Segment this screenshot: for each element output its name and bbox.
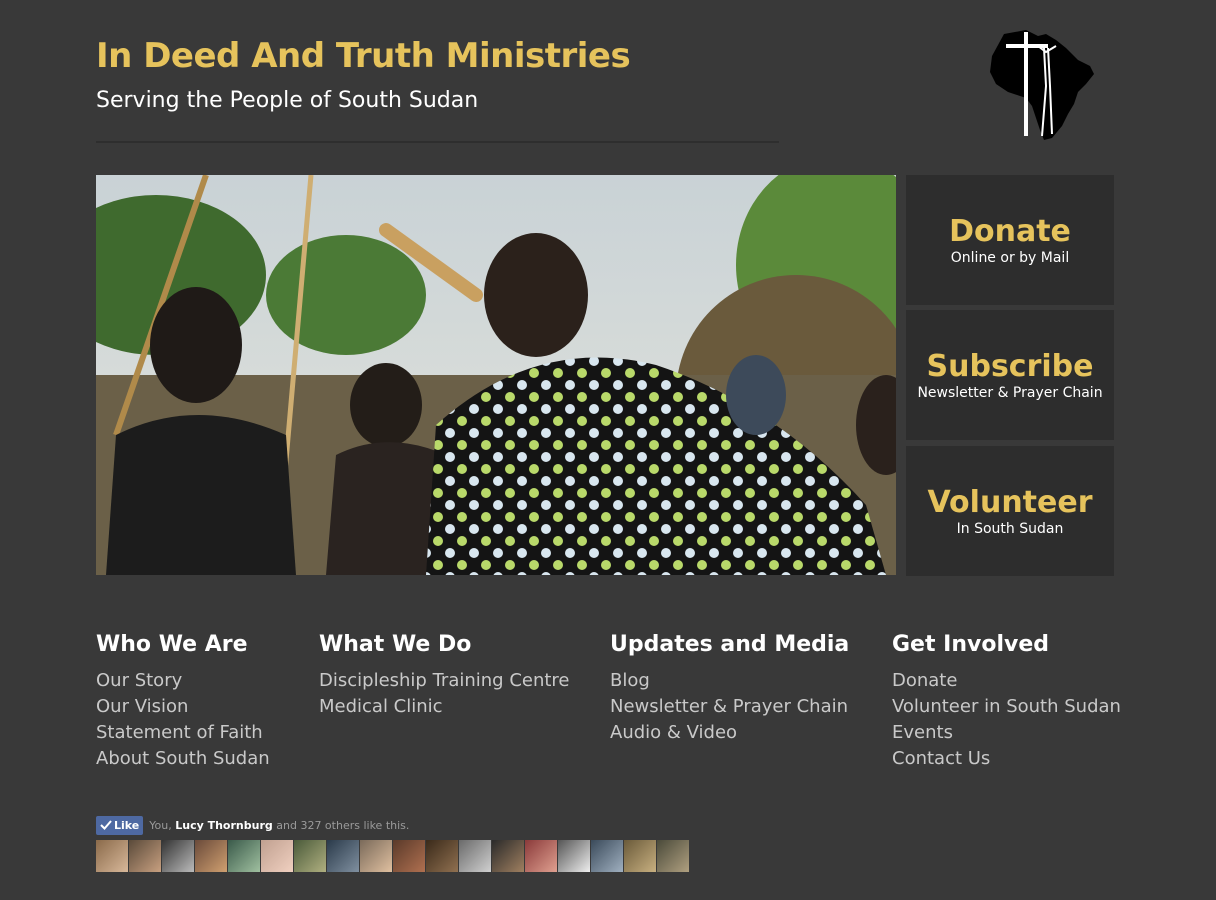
volunteer-panel[interactable]: Volunteer In South Sudan: [906, 446, 1114, 576]
avatar[interactable]: [459, 840, 491, 872]
footer-col-who-we-are: Who We Are Our Story Our Vision Statemen…: [96, 630, 270, 772]
africa-cross-logo-icon[interactable]: [986, 26, 1098, 144]
like-friend-name[interactable]: Lucy Thornburg: [175, 819, 273, 832]
avatar[interactable]: [525, 840, 557, 872]
link-audio-video[interactable]: Audio & Video: [610, 720, 849, 746]
avatar[interactable]: [294, 840, 326, 872]
avatar[interactable]: [195, 840, 227, 872]
avatar[interactable]: [162, 840, 194, 872]
avatar[interactable]: [261, 840, 293, 872]
avatar[interactable]: [624, 840, 656, 872]
link-statement-of-faith[interactable]: Statement of Faith: [96, 720, 270, 746]
link-volunteer-south-sudan[interactable]: Volunteer in South Sudan: [892, 694, 1121, 720]
footer-heading-what-we-do: What We Do: [319, 632, 472, 657]
subscribe-panel[interactable]: Subscribe Newsletter & Prayer Chain: [906, 310, 1114, 440]
facebook-like-text: You, Lucy Thornburg and 327 others like …: [149, 819, 409, 832]
link-blog[interactable]: Blog: [610, 668, 849, 694]
like-label: Like: [114, 818, 140, 832]
avatar[interactable]: [327, 840, 359, 872]
avatar[interactable]: [591, 840, 623, 872]
avatar[interactable]: [657, 840, 689, 872]
avatar[interactable]: [393, 840, 425, 872]
footer-col-updates-media: Updates and Media Blog Newsletter & Pray…: [610, 630, 849, 746]
volunteer-title: Volunteer: [927, 485, 1093, 520]
hero-image: [96, 175, 896, 575]
avatar[interactable]: [129, 840, 161, 872]
volunteer-subtitle: In South Sudan: [956, 521, 1064, 537]
footer-heading-updates-media: Updates and Media: [610, 632, 850, 657]
avatar[interactable]: [228, 840, 260, 872]
like-text-suffix: and 327 others like this.: [276, 818, 410, 832]
donate-title: Donate: [949, 214, 1071, 249]
subscribe-subtitle: Newsletter & Prayer Chain: [917, 385, 1103, 401]
header-divider: [96, 141, 779, 143]
facebook-like-box: Like You, Lucy Thornburg and 327 others …: [96, 815, 409, 835]
link-about-south-sudan[interactable]: About South Sudan: [96, 746, 270, 772]
link-discipleship-training-centre[interactable]: Discipleship Training Centre: [319, 668, 570, 694]
avatar[interactable]: [360, 840, 392, 872]
link-our-vision[interactable]: Our Vision: [96, 694, 270, 720]
link-contact-us[interactable]: Contact Us: [892, 746, 1121, 772]
link-medical-clinic[interactable]: Medical Clinic: [319, 694, 570, 720]
footer-heading-who-we-are: Who We Are: [96, 632, 248, 657]
avatar[interactable]: [96, 840, 128, 872]
link-events[interactable]: Events: [892, 720, 1121, 746]
footer-col-get-involved: Get Involved Donate Volunteer in South S…: [892, 630, 1121, 772]
footer-col-what-we-do: What We Do Discipleship Training Centre …: [319, 630, 570, 720]
facebook-faces-row: [96, 840, 690, 872]
avatar[interactable]: [426, 840, 458, 872]
link-newsletter-prayer-chain[interactable]: Newsletter & Prayer Chain: [610, 694, 849, 720]
donate-panel[interactable]: Donate Online or by Mail: [906, 175, 1114, 305]
checkmark-icon: [100, 820, 112, 830]
avatar[interactable]: [492, 840, 524, 872]
link-donate[interactable]: Donate: [892, 668, 1121, 694]
subscribe-title: Subscribe: [926, 349, 1094, 384]
footer-heading-get-involved: Get Involved: [892, 632, 1050, 657]
link-our-story[interactable]: Our Story: [96, 668, 270, 694]
avatar[interactable]: [558, 840, 590, 872]
like-text-prefix: You,: [149, 818, 172, 832]
site-title[interactable]: In Deed And Truth Ministries: [96, 36, 631, 76]
site-tagline: Serving the People of South Sudan: [96, 88, 479, 113]
donate-subtitle: Online or by Mail: [950, 250, 1070, 266]
facebook-like-button[interactable]: Like: [96, 815, 144, 835]
